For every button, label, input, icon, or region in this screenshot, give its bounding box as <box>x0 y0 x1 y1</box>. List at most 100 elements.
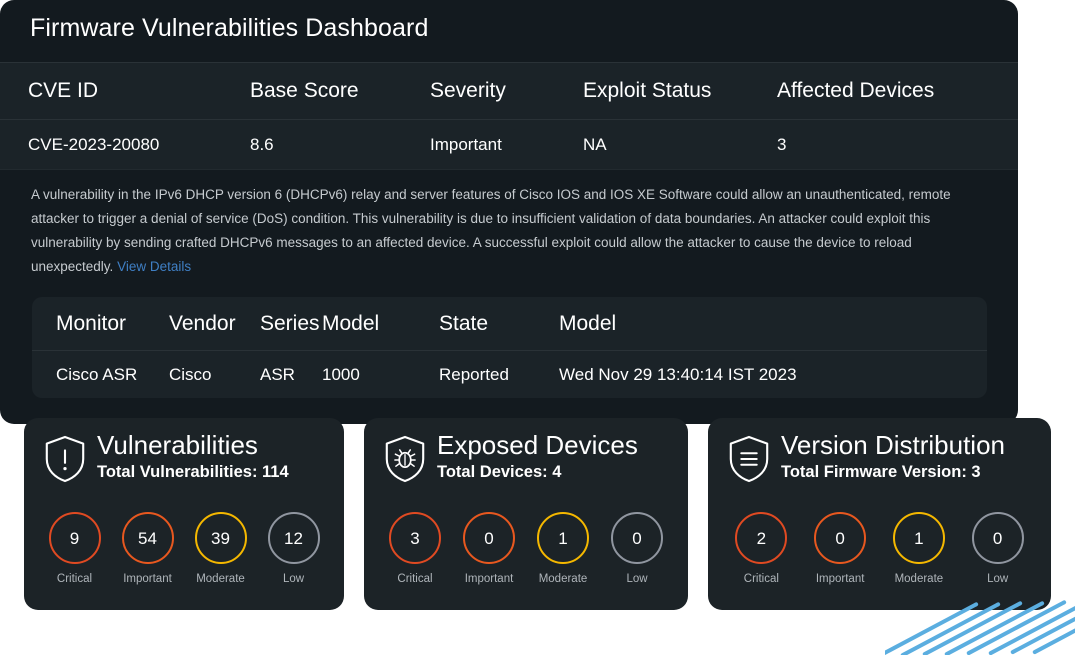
card-title: Version Distribution <box>781 430 1005 460</box>
column-header-exploit-status: Exploit Status <box>583 79 777 103</box>
cell-vendor: Cisco <box>169 365 260 385</box>
card-titles: Version Distribution Total Firmware Vers… <box>781 430 1005 483</box>
metric-critical[interactable]: 2 Critical <box>727 512 795 585</box>
metric-label: Important <box>465 573 514 585</box>
column-header-monitor: Monitor <box>56 312 169 336</box>
table-row[interactable]: CVE-2023-20080 8.6 Important NA 3 <box>0 120 1018 170</box>
metric-value: 9 <box>70 530 79 547</box>
table-row[interactable]: Cisco ASR Cisco ASR 1000 Reported Wed No… <box>32 351 987 398</box>
column-header-model-date: Model <box>559 312 889 336</box>
shield-bug-icon <box>382 434 428 484</box>
firmware-dashboard-panel: Firmware Vulnerabilities Dashboard CVE I… <box>0 0 1018 424</box>
card-header: Exposed Devices Total Devices: 4 <box>382 430 678 484</box>
column-header-base-score: Base Score <box>250 79 430 103</box>
column-header-series: Series <box>260 312 322 336</box>
metric-important[interactable]: 0 Important <box>806 512 874 585</box>
cell-series: ASR <box>260 365 322 385</box>
metric-ring: 0 <box>972 512 1024 564</box>
cell-base-score: 8.6 <box>250 135 430 155</box>
metric-value: 2 <box>757 530 766 547</box>
metric-value: 0 <box>632 530 641 547</box>
metric-label: Low <box>283 573 304 585</box>
metric-low[interactable]: 0 Low <box>964 512 1032 585</box>
vulnerability-description: A vulnerability in the IPv6 DHCP version… <box>31 183 979 279</box>
metric-ring: 0 <box>814 512 866 564</box>
cell-cve-id: CVE-2023-20080 <box>28 135 250 155</box>
affected-device-table: Monitor Vendor Series Model State Model … <box>32 297 987 398</box>
card-header: Version Distribution Total Firmware Vers… <box>726 430 1041 484</box>
metric-ring: 0 <box>611 512 663 564</box>
severity-metrics: 3 Critical 0 Important 1 Moderate 0 Low <box>364 512 688 585</box>
cve-table: CVE ID Base Score Severity Exploit Statu… <box>0 62 1018 170</box>
metric-ring: 12 <box>268 512 320 564</box>
metric-ring: 54 <box>122 512 174 564</box>
metric-value: 0 <box>993 530 1002 547</box>
cell-monitor: Cisco ASR <box>56 365 169 385</box>
column-header-vendor: Vendor <box>169 312 260 336</box>
metric-label: Critical <box>397 573 432 585</box>
severity-metrics: 9 Critical 54 Important 39 Moderate 12 L… <box>24 512 344 585</box>
card-title: Vulnerabilities <box>97 430 289 460</box>
metric-critical[interactable]: 3 Critical <box>381 512 449 585</box>
metric-important[interactable]: 0 Important <box>455 512 523 585</box>
cell-model-date: Wed Nov 29 13:40:14 IST 2023 <box>559 365 889 385</box>
metric-ring: 9 <box>49 512 101 564</box>
cell-affected-devices: 3 <box>777 135 997 155</box>
metric-ring: 1 <box>893 512 945 564</box>
metric-label: Moderate <box>539 573 588 585</box>
stat-card-exposed-devices[interactable]: Exposed Devices Total Devices: 4 3 Criti… <box>364 418 688 610</box>
metric-value: 39 <box>211 530 230 547</box>
column-header-state: State <box>439 312 559 336</box>
metric-value: 0 <box>835 530 844 547</box>
metric-label: Important <box>816 573 865 585</box>
stat-card-vulnerabilities[interactable]: Vulnerabilities Total Vulnerabilities: 1… <box>24 418 344 610</box>
metric-label: Low <box>626 573 647 585</box>
metric-ring: 0 <box>463 512 515 564</box>
metric-moderate[interactable]: 39 Moderate <box>187 512 255 585</box>
shield-list-icon <box>726 434 772 484</box>
metric-ring: 2 <box>735 512 787 564</box>
metric-ring: 1 <box>537 512 589 564</box>
metric-moderate[interactable]: 1 Moderate <box>529 512 597 585</box>
metric-label: Critical <box>744 573 779 585</box>
metric-moderate[interactable]: 1 Moderate <box>885 512 953 585</box>
column-header-affected-devices: Affected Devices <box>777 79 997 103</box>
shield-alert-icon <box>42 434 88 484</box>
severity-metrics: 2 Critical 0 Important 1 Moderate 0 Low <box>708 512 1051 585</box>
card-titles: Exposed Devices Total Devices: 4 <box>437 430 638 483</box>
card-header: Vulnerabilities Total Vulnerabilities: 1… <box>42 430 334 484</box>
cell-state: Reported <box>439 365 559 385</box>
view-details-link[interactable]: View Details <box>117 259 191 274</box>
card-title: Exposed Devices <box>437 430 638 460</box>
metric-value: 0 <box>484 530 493 547</box>
metric-low[interactable]: 0 Low <box>603 512 671 585</box>
metric-label: Low <box>987 573 1008 585</box>
metric-value: 3 <box>410 530 419 547</box>
cve-table-header-row: CVE ID Base Score Severity Exploit Statu… <box>0 62 1018 120</box>
page-title: Firmware Vulnerabilities Dashboard <box>30 14 428 43</box>
metric-value: 54 <box>138 530 157 547</box>
column-header-cve-id: CVE ID <box>28 79 250 103</box>
metric-ring: 39 <box>195 512 247 564</box>
cell-model: 1000 <box>322 365 439 385</box>
cell-exploit-status: NA <box>583 135 777 155</box>
metric-label: Critical <box>57 573 92 585</box>
device-table-header-row: Monitor Vendor Series Model State Model <box>32 297 987 351</box>
column-header-model: Model <box>322 312 439 336</box>
card-subtitle: Total Devices: 4 <box>437 461 638 483</box>
stat-card-version-distribution[interactable]: Version Distribution Total Firmware Vers… <box>708 418 1051 610</box>
metric-ring: 3 <box>389 512 441 564</box>
card-titles: Vulnerabilities Total Vulnerabilities: 1… <box>97 430 289 483</box>
column-header-severity: Severity <box>430 79 583 103</box>
metric-label: Important <box>123 573 172 585</box>
metric-label: Moderate <box>196 573 245 585</box>
metric-critical[interactable]: 9 Critical <box>41 512 109 585</box>
card-subtitle: Total Vulnerabilities: 114 <box>97 461 289 483</box>
metric-value: 1 <box>558 530 567 547</box>
cell-severity: Important <box>430 135 583 155</box>
metric-value: 1 <box>914 530 923 547</box>
card-subtitle: Total Firmware Version: 3 <box>781 461 1005 483</box>
metric-important[interactable]: 54 Important <box>114 512 182 585</box>
metric-low[interactable]: 12 Low <box>260 512 328 585</box>
metric-value: 12 <box>284 530 303 547</box>
